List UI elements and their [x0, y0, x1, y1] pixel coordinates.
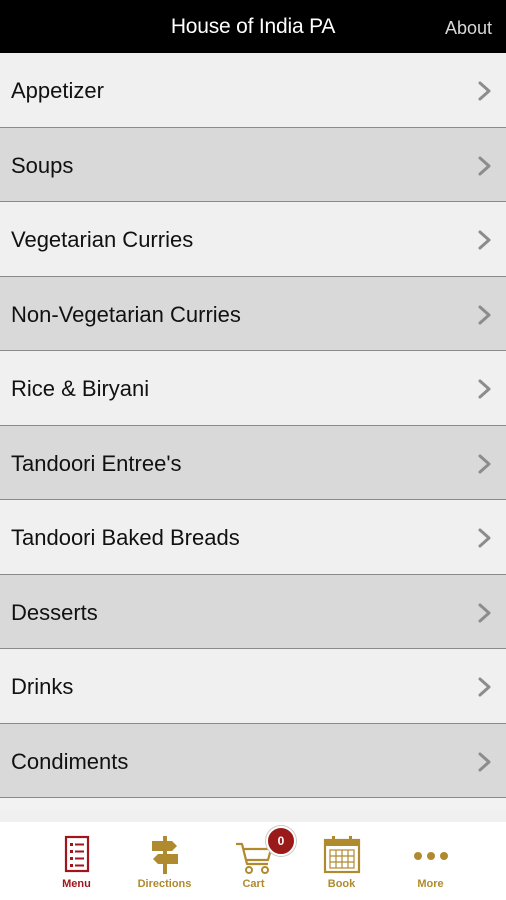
tab-directions-label: Directions [137, 878, 192, 890]
menu-category-label: Non-Vegetarian Curries [11, 301, 241, 327]
app-header: House of India PA About [0, 0, 506, 53]
chevron-right-icon [478, 230, 491, 250]
menu-category-condiments[interactable]: Condiments [0, 723, 506, 798]
page-title: House of India PA [170, 15, 336, 38]
menu-category-tandoori-entrees[interactable]: Tandoori Entree's [0, 425, 506, 500]
menu-category-non-vegetarian-curries[interactable]: Non-Vegetarian Curries [0, 276, 506, 351]
chevron-right-icon [478, 528, 491, 548]
menu-category-appetizer[interactable]: Appetizer [0, 53, 506, 128]
tab-menu-label: Menu [62, 878, 91, 890]
tab-directions[interactable]: Directions [114, 822, 215, 900]
chevron-right-icon [478, 752, 491, 771]
menu-category-soups[interactable]: Soups [0, 127, 506, 202]
menu-category-desserts[interactable]: Desserts [0, 574, 506, 649]
more-dots-icon [413, 852, 448, 860]
tab-cart-label: Cart [242, 878, 265, 890]
chevron-right-icon [478, 677, 491, 697]
menu-list-icon [64, 835, 89, 873]
tab-book-label: Book [327, 878, 356, 890]
menu-category-vegetarian-curries[interactable]: Vegetarian Curries [0, 202, 506, 277]
menu-category-label: Tandoori Entree's [11, 450, 182, 476]
calendar-icon [323, 836, 360, 874]
menu-category-label: Appetizer [11, 78, 104, 103]
menu-category-label: Condiments [11, 748, 129, 774]
chevron-right-icon [478, 81, 491, 101]
chevron-right-icon [478, 454, 491, 473]
menu-category-list: Appetizer Soups Vegetarian Curries Non-V… [0, 53, 506, 810]
menu-category-label: Tandoori Baked Breads [11, 525, 240, 550]
menu-category-rice-biryani[interactable]: Rice & Biryani [0, 351, 506, 426]
signpost-icon [151, 836, 178, 874]
menu-category-label: Soups [11, 152, 74, 178]
menu-category-label: Desserts [11, 599, 98, 625]
menu-category-label: Drinks [11, 674, 74, 699]
menu-category-drinks[interactable]: Drinks [0, 649, 506, 724]
chevron-right-icon [478, 305, 491, 324]
menu-category-label: Rice & Biryani [11, 376, 150, 401]
menu-category-tandoori-baked-breads[interactable]: Tandoori Baked Breads [0, 500, 506, 575]
chevron-right-icon [478, 156, 491, 175]
tab-more-label: More [417, 878, 444, 890]
tab-menu[interactable]: Menu [26, 822, 127, 900]
tab-book[interactable]: Book [291, 822, 392, 900]
chevron-right-icon [478, 379, 491, 399]
bottom-tab-bar: Menu Directions Cart 0 Book More [0, 822, 506, 900]
about-button[interactable]: About [445, 0, 492, 53]
chevron-right-icon [478, 603, 491, 622]
tab-more[interactable]: More [380, 822, 481, 900]
menu-category-label: Vegetarian Curries [11, 227, 194, 252]
